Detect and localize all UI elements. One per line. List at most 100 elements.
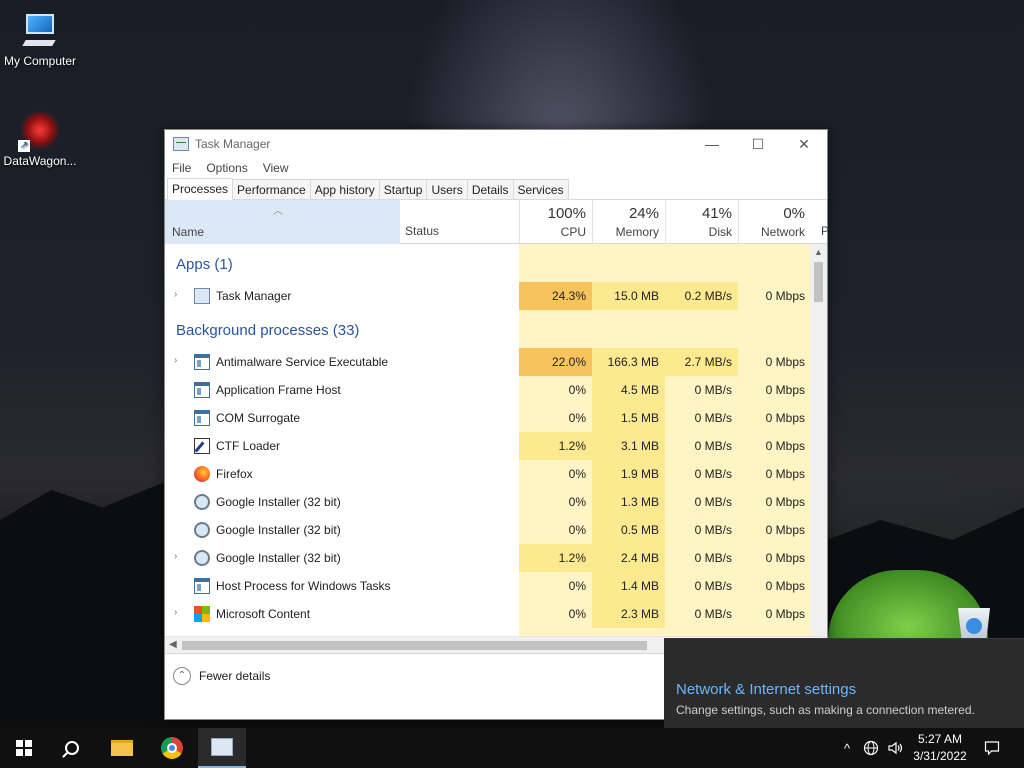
expand-chevron-icon[interactable]: › [174,551,177,562]
tab-details[interactable]: Details [466,179,514,199]
disk-cell: 0 MB/s [694,467,732,481]
process-row[interactable]: Google Installer (32 bit) 0% 0.5 MB 0 MB/s 0… [165,516,811,544]
process-row[interactable]: › Google Installer (32 bit) 1.2% 2.4 MB 0 MB… [165,544,811,572]
disk-cell: 0 MB/s [694,411,732,425]
process-row[interactable]: COM Surrogate 0% 1.5 MB 0 MB/s 0 Mbps [165,404,811,432]
shortcut-arrow-icon: ↗ [18,140,30,152]
memory-cell: 1.3 MB [592,488,665,516]
task-manager-icon [194,288,210,304]
window-icon [194,578,210,594]
network-globe-icon[interactable] [860,728,882,768]
process-row[interactable]: Application Frame Host 0% 4.5 MB 0 MB/s 0 Mb… [165,376,811,404]
close-button[interactable]: ✕ [781,130,827,158]
disk-cell: 0 MB/s [694,523,732,537]
memory-cell: 3.1 MB [592,432,665,460]
column-status[interactable]: Status [405,224,439,238]
minimize-button[interactable]: — [689,130,735,158]
network-cell: 0 Mbps [765,467,805,481]
desktop-icon-label: DataWagon... [3,154,77,168]
column-power[interactable]: P [821,224,829,238]
action-center-button[interactable] [980,728,1004,768]
desktop-icon-label: My Computer [3,54,77,68]
disk-cell: 0 MB/s [694,439,732,453]
process-row[interactable]: › Antimalware Service Executable 22.0% 166.… [165,348,811,376]
sort-up-icon: ︿ [273,206,283,217]
window-icon [194,354,210,370]
taskbar-chrome[interactable] [148,728,196,768]
process-row[interactable]: Firefox 0% 1.9 MB 0 MB/s 0 Mbps [165,460,811,488]
scroll-left-icon[interactable]: ◀ [169,639,177,650]
tab-processes[interactable]: Processes [167,178,234,200]
expand-chevron-icon[interactable]: › [174,289,177,300]
menu-options[interactable]: Options [206,161,247,175]
search-button[interactable] [48,728,96,768]
menu-file[interactable]: File [172,161,191,175]
cpu-cell: 0% [568,411,586,425]
process-name: Google Installer (32 bit) [216,523,341,537]
section-background: Background processes (33) [176,322,360,339]
cpu-label: CPU [560,225,586,239]
show-hidden-icons-button[interactable]: ^ [836,728,858,768]
cpu-cell: 1.2% [519,432,592,460]
network-cell: 0 Mbps [765,551,805,565]
tab-services[interactable]: Services [512,179,569,199]
clock[interactable]: 5:27 AM 3/31/2022 [908,731,972,765]
taskbar-file-explorer[interactable] [98,728,146,768]
cpu-cell: 0% [568,579,586,593]
disk-cell: 0 MB/s [694,579,732,593]
maximize-button[interactable]: ☐ [735,130,781,158]
network-cell: 0 Mbps [765,289,805,303]
memory-cell: 2.3 MB [592,600,665,628]
process-name: Task Manager [216,289,292,303]
title-bar[interactable]: Task Manager — ☐ ✕ [165,130,827,158]
process-name: Firefox [216,467,253,481]
disk-cell: 0.2 MB/s [665,282,738,310]
google-installer-icon [194,494,210,510]
desktop-icon-my-computer[interactable]: My Computer [0,10,80,68]
network-cell: 0 Mbps [765,439,805,453]
network-settings-link[interactable]: Network & Internet settings [676,681,856,698]
column-network[interactable]: 0% Network [738,200,811,244]
process-row[interactable]: › Task Manager 24.3% 15.0 MB 0.2 MB/s 0 Mbps [165,282,811,310]
network-cell: 0 Mbps [765,523,805,537]
network-cell: 0 Mbps [765,355,805,369]
cpu-cell: 0% [568,467,586,481]
window-title: Task Manager [195,137,271,151]
volume-icon[interactable] [884,728,906,768]
memory-cell: 15.0 MB [592,282,665,310]
taskbar: ^ 5:27 AM 3/31/2022 [0,728,1024,768]
tab-users[interactable]: Users [426,179,468,199]
horizontal-scroll-thumb[interactable] [182,641,647,650]
tab-startup[interactable]: Startup [378,179,428,199]
menu-view[interactable]: View [263,161,289,175]
process-name: Antimalware Service Executable [216,355,389,369]
process-row[interactable]: CTF Loader 1.2% 3.1 MB 0 MB/s 0 Mbps [165,432,811,460]
network-cell: 0 Mbps [765,495,805,509]
network-settings-description: Change settings, such as making a connec… [676,703,975,717]
process-name: Microsoft Content [216,607,311,621]
tab-performance[interactable]: Performance [232,179,311,199]
vertical-scrollbar[interactable]: ▲ [810,244,827,636]
scroll-up-icon[interactable]: ▲ [810,244,827,261]
start-button[interactable] [0,728,48,768]
column-disk[interactable]: 41% Disk [665,200,738,244]
search-icon [65,741,79,755]
scroll-thumb[interactable] [814,262,823,302]
process-row[interactable]: Google Installer (32 bit) 0% 1.3 MB 0 MB/s 0… [165,488,811,516]
taskbar-task-manager[interactable] [198,728,246,768]
disk-cell: 0 MB/s [694,607,732,621]
memory-cell: 1.9 MB [592,460,665,488]
expand-chevron-icon[interactable]: › [174,355,177,366]
column-name[interactable]: ︿ Name [165,200,400,244]
desktop-icon-datawagon[interactable]: ↗ DataWagon... [0,110,80,168]
column-memory[interactable]: 24% Memory [592,200,665,244]
tab-app-history[interactable]: App history [309,179,380,199]
network-total-percent: 0% [783,205,805,222]
disk-cell: 0 MB/s [694,495,732,509]
column-cpu[interactable]: 100% CPU [519,200,592,244]
network-flyout: Network & Internet settings Change setti… [664,638,1024,728]
recycle-bin-icon[interactable] [952,602,996,642]
process-row[interactable]: › Microsoft Content 0% 2.3 MB 0 MB/s 0 Mbps [165,600,811,628]
expand-chevron-icon[interactable]: › [174,607,177,618]
process-row[interactable]: Host Process for Windows Tasks 0% 1.4 MB 0 … [165,572,811,600]
